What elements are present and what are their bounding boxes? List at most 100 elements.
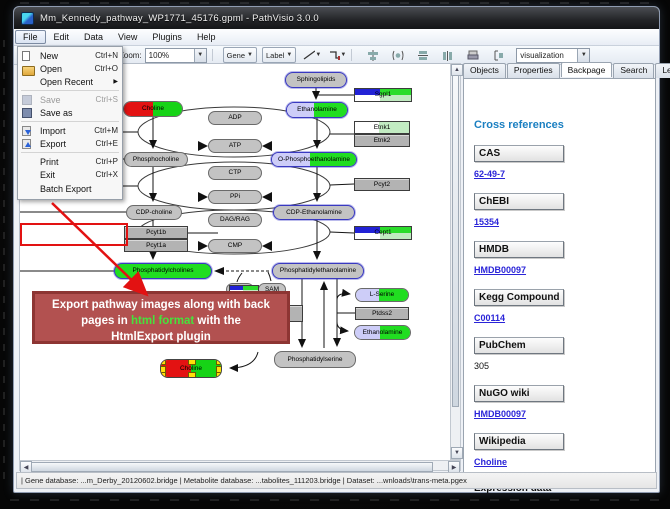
tab-search[interactable]: Search [613,63,654,78]
pathway-node[interactable]: Pcyt2 [354,178,410,191]
tab-objects[interactable]: Objects [463,63,506,78]
xref-link[interactable]: 62-49-7 [474,169,655,179]
pathway-node-label: Phosphatidylethanolamine [273,264,363,278]
label-tool-button[interactable]: Label▼ [262,47,296,63]
chevron-down-icon[interactable]: ▼ [286,52,292,58]
selection-handle[interactable] [188,372,196,378]
section-header-nugo: NuGO wiki [474,385,564,402]
xref-link[interactable]: HMDB00097 [474,409,655,419]
pathway-node[interactable]: Choline [123,101,183,117]
menu-edit[interactable]: Edit [47,31,77,43]
pathway-node[interactable]: Phosphatidylcholines [114,263,212,279]
pathway-node[interactable]: Ethanolamine [354,325,411,340]
xref-link[interactable]: HMDB00097 [474,265,655,275]
chevron-down-icon[interactable]: ▼ [247,52,253,58]
tab-backpage[interactable]: Backpage [561,62,613,77]
pathway-node[interactable]: Pcyt1b [124,226,188,239]
menu-separator [21,152,119,153]
line-tool-button[interactable]: ▼ [303,48,321,62]
pathway-node[interactable]: Cept1 [354,226,412,240]
xref-link[interactable]: Choline [474,457,655,467]
scroll-down-icon[interactable]: ▼ [451,447,463,459]
pathway-node[interactable]: Phosphatidylserine [274,351,356,368]
canvas-horizontal-scrollbar[interactable]: ◀ ▶ [19,460,461,471]
selection-handle[interactable] [160,359,166,365]
backpage-section: Kegg Compound C00114 [474,289,655,323]
canvas-vertical-scrollbar[interactable]: ▲ ▼ [450,63,461,460]
menu-item-open-recent[interactable]: Open Recent▶ [18,75,122,88]
stack-horizontal-icon [441,49,455,62]
scrollbar-thumb[interactable] [31,462,433,472]
pathway-node[interactable]: CDP-Ethanolamine [273,205,355,220]
menu-file[interactable]: File [15,30,46,44]
xref-link[interactable]: C00114 [474,313,655,323]
tab-legend[interactable]: Legend [655,63,670,78]
pathway-node[interactable]: Sphingolipids [285,72,347,88]
backpage-panel[interactable]: Cross references CAS 62-49-7 ChEBI 15354… [463,78,656,473]
status-bar: | Gene database: ...m_Derby_20120602.bri… [16,472,657,489]
pathway-node-label: CMP [209,240,261,252]
pathway-node-label: Pcyt1b [125,227,187,238]
zoom-caret-icon[interactable]: ▼ [194,49,206,62]
section-header-hmdb: HMDB [474,241,564,258]
menu-item-save-as[interactable]: Save as [18,106,122,119]
stack-vertical-button[interactable] [414,48,432,62]
pathway-node[interactable]: L-Serine [355,288,409,302]
pathway-node[interactable]: Choline [160,359,222,378]
stack-vertical-icon [416,49,430,62]
zoom-combobox[interactable]: 100% ▼ [145,48,207,63]
title-bar[interactable]: Mm_Kennedy_pathway_WP1771_45176.gpml - P… [14,7,659,29]
menu-item-open[interactable]: OpenCtrl+O [18,62,122,75]
gene-tool-button[interactable]: Gene▼ [223,47,257,63]
menu-item-export[interactable]: ExportCtrl+E [18,137,122,150]
pathway-node-label: Ethanolamine [355,326,410,339]
pathway-node[interactable]: CMP [208,239,262,253]
pathway-node[interactable]: Ethanolamine [286,102,348,118]
pathway-node-label: Sphingolipids [286,73,346,87]
tab-properties[interactable]: Properties [507,63,560,78]
visualization-combobox[interactable]: visualization ▼ [516,48,590,63]
align-center-icon [366,49,380,62]
scrollbar-thumb[interactable] [452,75,459,407]
pathway-node[interactable]: O-Phosphoethanolamine [271,152,357,167]
print-preview-button[interactable] [464,48,482,62]
pathway-node[interactable]: CTP [208,166,262,180]
pathway-node[interactable]: CDP-choline [126,205,182,220]
menu-view[interactable]: View [111,31,144,43]
pathway-node[interactable]: Etnk2 [354,134,410,147]
layout-button[interactable] [489,48,507,62]
menu-item-exit[interactable]: ExitCtrl+X [18,168,122,181]
selection-handle[interactable] [188,359,196,365]
pathway-node[interactable]: ATP [208,139,262,153]
align-center-button[interactable] [364,48,382,62]
pathway-node[interactable]: PPi [208,190,262,204]
pathway-node[interactable]: Pcyt1a [124,239,188,252]
pathway-node[interactable]: Etnk1 [354,121,410,134]
pathway-node-label: Sgpl1 [355,89,411,101]
pathway-node[interactable]: Ptdss2 [355,307,409,320]
export-icon [22,139,31,149]
bracket-icon [491,49,505,62]
visualization-caret-icon[interactable]: ▼ [577,49,589,62]
printer-icon [466,49,480,62]
menu-item-batch-export[interactable]: Batch Export [18,181,122,197]
pathway-node[interactable]: Phosphatidylethanolamine [272,263,364,279]
menu-data[interactable]: Data [77,31,110,43]
menu-bar: File Edit Data View Plugins Help [14,29,659,46]
menu-item-import[interactable]: ImportCtrl+M [18,124,122,137]
window-title: Mm_Kennedy_pathway_WP1771_45176.gpml - P… [40,13,319,24]
distribute-button[interactable] [389,48,407,62]
menu-item-print[interactable]: PrintCtrl+P [18,155,122,168]
pathway-node[interactable]: ADP [208,111,262,125]
connector-tool-button[interactable]: ▼ [328,48,346,62]
xref-link[interactable]: 15354 [474,217,655,227]
menu-help[interactable]: Help [190,31,223,43]
menu-plugins[interactable]: Plugins [145,31,189,43]
pathway-node[interactable]: Phosphocholine [124,152,188,167]
annotation-line3: HtmlExport plugin [111,331,211,343]
stack-horizontal-button[interactable] [439,48,457,62]
annotation-line2-pre: pages in [81,315,131,327]
pathway-node[interactable]: DAG/RAG [208,213,262,227]
menu-item-new[interactable]: NewCtrl+N [18,49,122,62]
pathway-node[interactable]: Sgpl1 [354,88,412,102]
